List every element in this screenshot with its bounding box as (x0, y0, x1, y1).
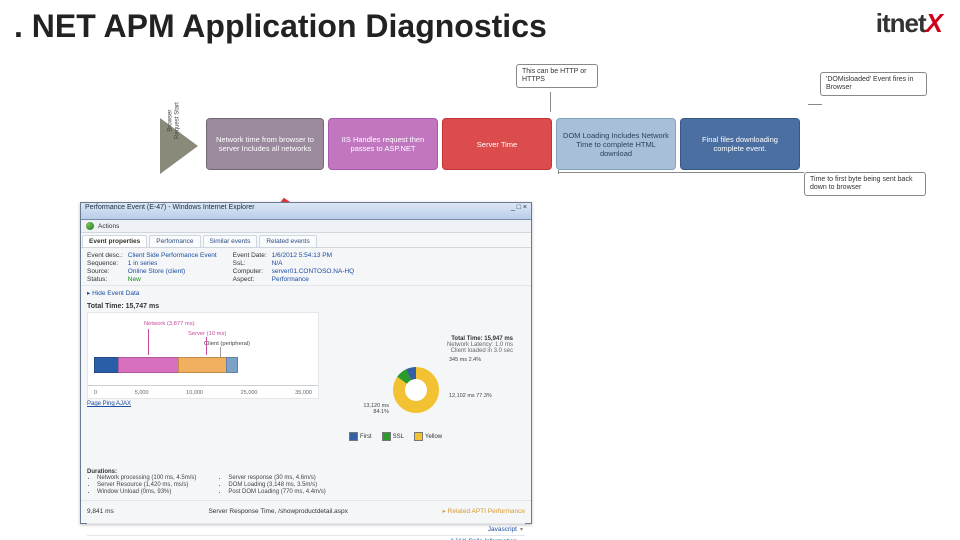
value: N/A (272, 260, 355, 267)
list-item: Post DOM Loading (770 ms, 4.4m/s) (228, 489, 325, 495)
donut-note-left: 13,120 ms 84.1% (349, 403, 389, 415)
response-time-row: 9,841 ms Server Response Time, /showprod… (87, 505, 525, 517)
status-dot-icon (86, 222, 94, 230)
tab-performance[interactable]: Performance (149, 235, 200, 247)
donut-note-bottomright: 12,102 ms 77.3% (449, 393, 504, 399)
tab-event-properties[interactable]: Event properties (82, 235, 147, 247)
connector-line (558, 170, 559, 174)
callout-http: This can be HTTP or HTTPS (516, 64, 598, 88)
tick: 25,000 (241, 390, 258, 396)
actions-label[interactable]: Actions (98, 223, 119, 230)
performance-event-window: Performance Event (E-47) - Windows Inter… (80, 202, 532, 524)
swatch-icon (414, 432, 423, 441)
panel-ajax-calls[interactable]: AJAX Calls Information (87, 535, 525, 540)
chart-callout-client: Client (peripheral) (204, 341, 250, 347)
list-item: Server response (30 ms, 4.6m/s) (228, 475, 325, 481)
value-status: New (128, 276, 217, 283)
list-item: Network processing (100 ms, 4.5m/s) (97, 475, 196, 481)
chart-callout-network: Network (3,877 ms) (144, 321, 195, 327)
flow-box-network: Network time from browser to server Incl… (206, 118, 324, 170)
tab-similar-events[interactable]: Similar events (203, 235, 258, 247)
label: SsL: (233, 260, 267, 267)
leader-line (148, 329, 149, 355)
swatch-icon (349, 432, 358, 441)
panel-javascript[interactable]: Javascript (87, 523, 525, 535)
event-details: Event desc.: Client Side Performance Eve… (81, 248, 531, 286)
bar-segment (178, 357, 228, 373)
value-link[interactable]: Online Store (client) (128, 268, 217, 275)
actions-bar[interactable]: Actions (81, 220, 531, 233)
callout-domloaded: 'DOMisloaded' Event fires in Browser (820, 72, 927, 96)
label: Sequence: (87, 260, 123, 267)
flow-box-iis: IIS Handles request then passes to ASP.N… (328, 118, 438, 170)
value-link[interactable]: server01.CONTOSO.NA-HQ (272, 268, 355, 275)
chart-callout-server: Server (10 ms) (188, 331, 226, 337)
value: 1/6/2012 5:54:13 PM (272, 252, 355, 259)
label: Status: (87, 276, 123, 283)
response-text: Server Response Time, /showproductdetail… (208, 508, 347, 515)
legend-item: First (349, 432, 372, 441)
window-title-text: Performance Event (E-47) - Windows Inter… (85, 204, 255, 218)
flow-box-final: Final files downloading complete event. (680, 118, 800, 170)
connector-line (808, 104, 822, 105)
response-count: 9,841 ms (87, 508, 114, 515)
tick: 35,000 (295, 390, 312, 396)
label: Aspect: (233, 276, 267, 283)
callout-ttfb: Time to first byte being sent back down … (804, 172, 926, 196)
donut-legend: First SSL Yellow (349, 432, 442, 441)
flow-box-dom: DOM Loading Includes Network Time to com… (556, 118, 676, 170)
leader-line (220, 347, 221, 357)
logo-accent: X (926, 8, 942, 38)
tab-strip: Event properties Performance Similar eve… (81, 233, 531, 248)
tick: 5,000 (135, 390, 149, 396)
label: Source: (87, 268, 123, 275)
legend-item: Yellow (414, 432, 442, 441)
swatch-icon (382, 432, 391, 441)
connector-line (558, 172, 804, 173)
x-axis (88, 385, 318, 386)
timing-bar-chart: Network (3,877 ms) Server (10 ms) Client… (87, 312, 319, 399)
donut-icon (393, 367, 439, 413)
tab-related-events[interactable]: Related events (259, 235, 316, 247)
window-controls[interactable]: _ □ × (511, 204, 527, 218)
page-title: . NET APM Application Diagnostics (14, 8, 547, 45)
durations-list-right: Server response (30 ms, 4.6m/s) DOM Load… (218, 475, 325, 495)
label: Event desc.: (87, 252, 123, 259)
legend-item: SSL (382, 432, 404, 441)
logo-text: itnet (876, 8, 926, 38)
list-item: DOM Loading (3,148 ms, 3.5m/s) (228, 482, 325, 488)
start-label: Browser Request Start (167, 101, 180, 141)
window-titlebar: Performance Event (E-47) - Windows Inter… (81, 203, 531, 220)
leader-line (206, 337, 207, 355)
toggle-event-data[interactable]: ▸ Hide Event Data (87, 289, 525, 297)
donut-note-topright: 345 ms 2.4% (449, 357, 504, 363)
bar-segment (94, 357, 120, 373)
list-item: Server Resource (1,420 ms, ms/s) (97, 482, 196, 488)
list-item: Window Unload (0ms, 93%) (97, 489, 196, 495)
event-body: Total Time: 15,747 ms Network (3,877 ms)… (81, 300, 531, 540)
tick: 0 (94, 390, 97, 396)
flow-box-server: Server Time (442, 118, 552, 170)
collapsible-panels: Javascript AJAX Calls Information Conten… (87, 523, 525, 540)
connector-line (550, 92, 551, 112)
tick: 10,000 (186, 390, 203, 396)
label: Event Date: (233, 252, 267, 259)
bar-chart-title: Total Time: 15,747 ms (87, 303, 525, 310)
related-perf-link[interactable]: ▸ Related APTI Performance (443, 507, 525, 515)
value: Performance (272, 276, 355, 283)
x-ticks: 0 5,000 10,000 25,000 35,000 (94, 390, 312, 396)
bar-segment (118, 357, 180, 373)
label: Computer: (233, 268, 267, 275)
bar-segment (226, 357, 238, 373)
durations-block: Durations: Network processing (100 ms, 4… (87, 469, 525, 496)
brand-logo: itnetX (876, 8, 942, 39)
durations-list-left: Network processing (100 ms, 4.5m/s) Serv… (87, 475, 196, 495)
value: 1 in series (128, 260, 217, 267)
donut-chart: 13,120 ms 84.1% 345 ms 2.4% 12,102 ms 77… (349, 345, 509, 435)
value: Client Side Performance Event (128, 252, 217, 259)
